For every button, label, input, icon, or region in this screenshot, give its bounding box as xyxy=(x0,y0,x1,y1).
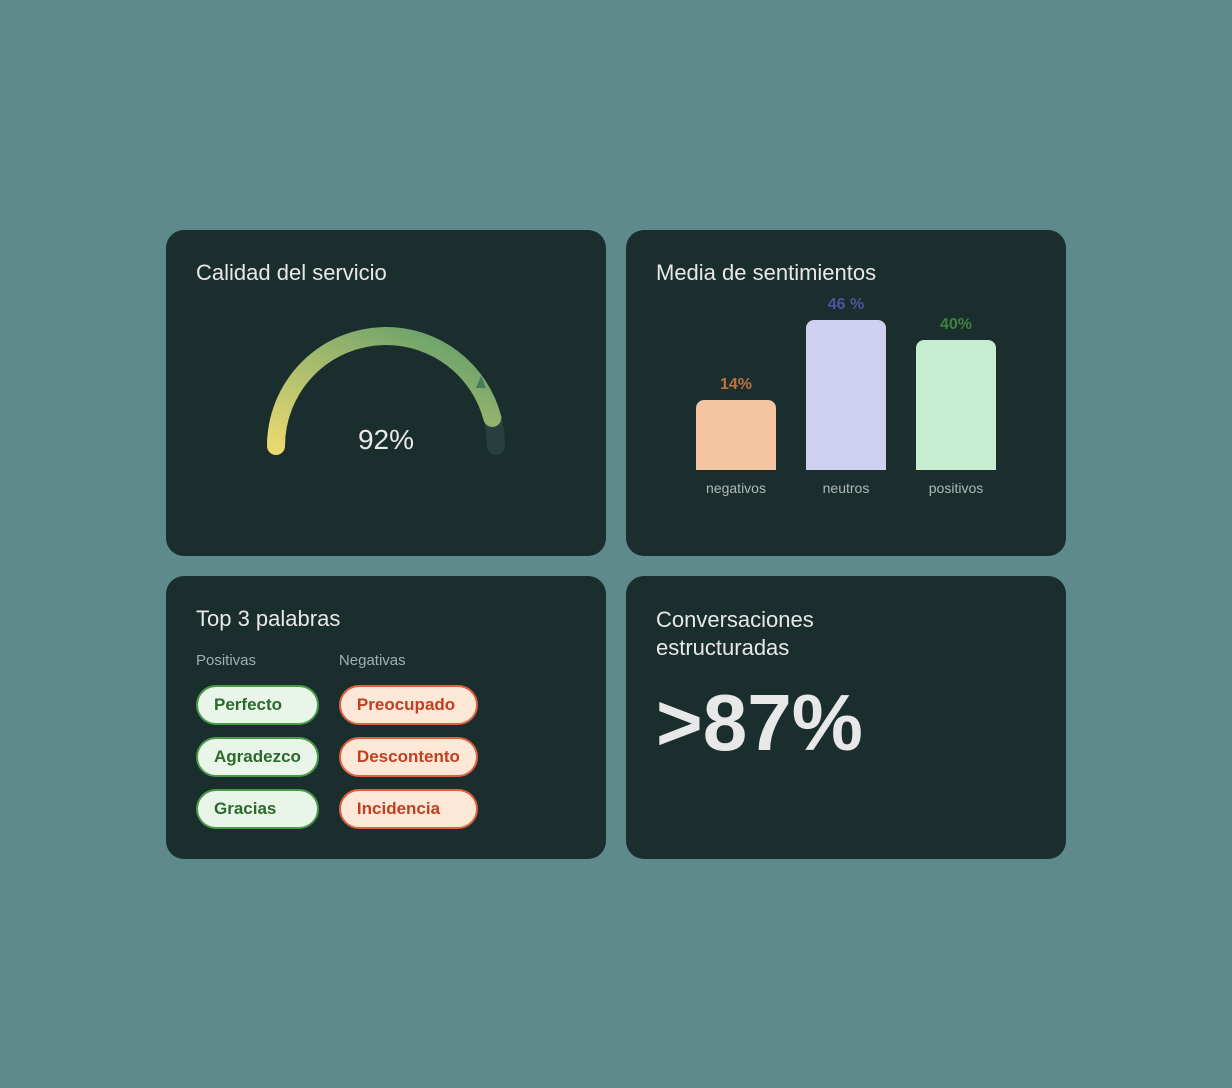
conversations-title-line1: Conversaciones xyxy=(656,607,814,632)
service-quality-title: Calidad del servicio xyxy=(196,260,576,286)
bar-positive xyxy=(916,340,996,470)
gauge-value: 92% xyxy=(358,424,414,456)
conversations-title-line2: estructuradas xyxy=(656,635,789,660)
negative-words-col: Negativas Preocupado Descontento Inciden… xyxy=(339,652,478,829)
gauge-percent: 92% xyxy=(358,424,414,456)
positive-word-1: Agradezco xyxy=(196,737,319,777)
bar-negative xyxy=(696,400,776,470)
positive-word-2: Gracias xyxy=(196,789,319,829)
negative-word-0: Preocupado xyxy=(339,685,478,725)
bar-label-positive: 40% xyxy=(940,316,972,334)
bar-chart: 14% negativos 46 % neutros 40% positivos xyxy=(656,306,1036,526)
words-columns: Positivas Perfecto Agradezco Gracias Neg… xyxy=(196,652,576,829)
bar-bottom-positive: positivos xyxy=(929,480,983,496)
conversations-title: Conversaciones estructuradas xyxy=(656,606,1036,663)
bar-group-neutral: 46 % neutros xyxy=(806,296,886,496)
gauge-svg-wrapper: 92% xyxy=(256,316,516,456)
bar-group-positive: 40% positivos xyxy=(916,316,996,496)
conversations-card: Conversaciones estructuradas >87% xyxy=(626,576,1066,859)
bar-label-neutral: 46 % xyxy=(828,296,864,314)
negative-word-1: Descontento xyxy=(339,737,478,777)
positive-word-0: Perfecto xyxy=(196,685,319,725)
positive-header: Positivas xyxy=(196,652,319,669)
bar-bottom-neutral: neutros xyxy=(823,480,870,496)
gauge-container: 92% xyxy=(196,306,576,456)
dashboard: Calidad del servicio xyxy=(166,230,1066,859)
positive-words-col: Positivas Perfecto Agradezco Gracias xyxy=(196,652,319,829)
bar-group-negative: 14% negativos xyxy=(696,376,776,496)
top-words-title: Top 3 palabras xyxy=(196,606,576,632)
bar-bottom-negative: negativos xyxy=(706,480,766,496)
bar-label-negative: 14% xyxy=(720,376,752,394)
conversations-value: >87% xyxy=(656,683,1036,763)
sentiment-average-title: Media de sentimientos xyxy=(656,260,1036,286)
negative-header: Negativas xyxy=(339,652,478,669)
service-quality-card: Calidad del servicio xyxy=(166,230,606,556)
sentiment-average-card: Media de sentimientos 14% negativos 46 %… xyxy=(626,230,1066,556)
negative-word-2: Incidencia xyxy=(339,789,478,829)
top-words-card: Top 3 palabras Positivas Perfecto Agrade… xyxy=(166,576,606,859)
bar-neutral xyxy=(806,320,886,470)
